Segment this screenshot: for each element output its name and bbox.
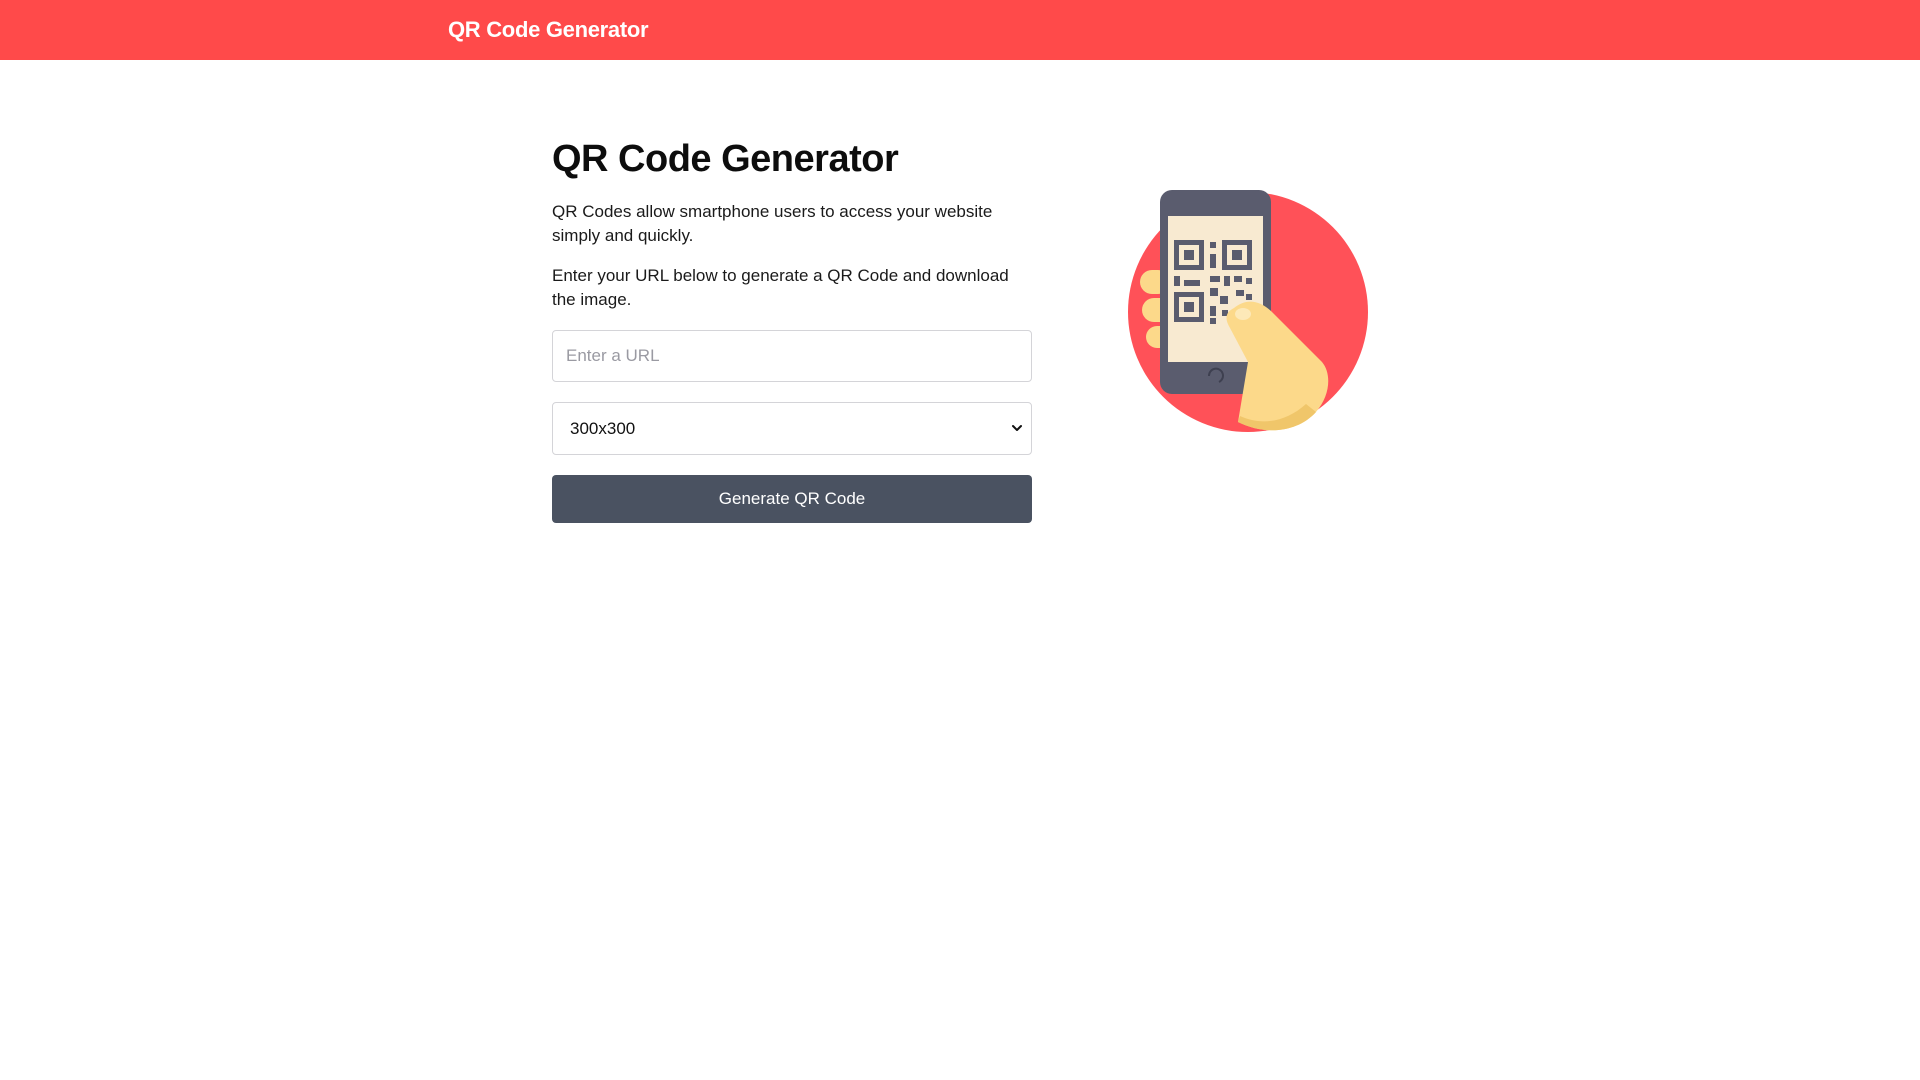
size-select[interactable]: 300x300 — [552, 402, 1032, 455]
qr-phone-illustration — [1128, 190, 1368, 432]
top-navbar: QR Code Generator — [0, 0, 1920, 60]
chevron-down-icon — [1012, 425, 1022, 431]
generate-qr-button[interactable]: Generate QR Code — [552, 475, 1032, 523]
intro-paragraph: QR Codes allow smartphone users to acces… — [552, 202, 993, 245]
main-content: QR Code Generator QR Codes allow smartph… — [552, 130, 1032, 523]
url-input[interactable] — [552, 330, 1032, 382]
instruction-paragraph: Enter your URL below to generate a QR Co… — [552, 266, 1009, 309]
page-title: QR Code Generator — [552, 138, 899, 180]
brand-title[interactable]: QR Code Generator — [448, 17, 649, 43]
size-select-value: 300x300 — [570, 419, 636, 438]
